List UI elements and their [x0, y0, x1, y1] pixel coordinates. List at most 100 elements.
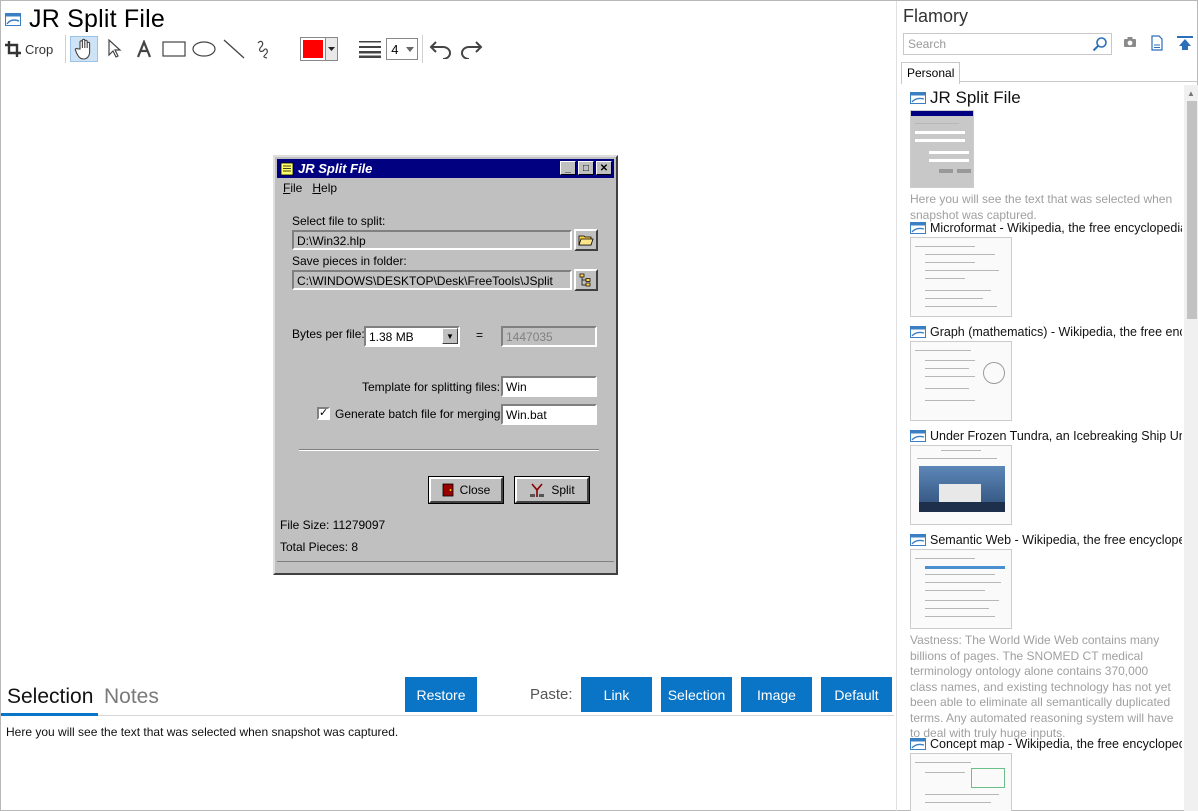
split-label: Split	[551, 483, 575, 497]
list-item-thumbnail	[910, 549, 1012, 629]
list-item-thumbnail	[910, 445, 1012, 525]
folder-tree-icon	[579, 273, 591, 287]
rectangle-tool-button[interactable]	[160, 36, 188, 62]
list-item-header: Graph (mathematics) - Wikipedia, the fre…	[910, 325, 1182, 339]
batch-field: Win.bat	[501, 404, 597, 425]
list-item-description: Here you will see the text that was sele…	[910, 192, 1173, 222]
list-item-thumbnail	[910, 341, 1012, 421]
tab-notes[interactable]: Notes	[104, 685, 159, 709]
split-file-icon	[280, 162, 294, 175]
list-item-description: Vastness: The World Wide Web contains ma…	[910, 633, 1174, 740]
text-tool-button[interactable]	[130, 36, 158, 62]
total-pieces-text: Total Pieces: 8	[280, 540, 359, 554]
folder-open-icon	[578, 235, 594, 246]
document-icon[interactable]	[1151, 35, 1163, 51]
split-icon	[530, 483, 545, 497]
batch-checkbox: ✓	[317, 407, 330, 420]
crop-button[interactable]: Crop	[5, 36, 59, 62]
snapshot-app-icon	[910, 430, 926, 442]
redo-button[interactable]	[457, 36, 485, 62]
paste-link-button[interactable]: Link	[581, 677, 652, 712]
snapshot-image[interactable]: JR Split File _ □ ✕ File Help Select fil…	[273, 155, 618, 575]
pointer-icon	[108, 39, 122, 58]
list-item-thumbnail	[910, 753, 1012, 811]
list-item[interactable]: Under Frozen Tundra, an Icebreaking Ship…	[910, 429, 1182, 525]
sidebar-scrollbar[interactable]: ▲	[1184, 85, 1198, 811]
ellipse-tool-button[interactable]	[190, 36, 218, 62]
toolbar: Crop 4	[5, 34, 487, 64]
restore-button[interactable]: Restore	[405, 677, 477, 712]
paste-label: Paste:	[530, 686, 573, 703]
search-placeholder: Search	[908, 37, 947, 51]
undo-button[interactable]	[427, 36, 455, 62]
color-swatch	[303, 40, 324, 58]
selection-text[interactable]: Here you will see the text that was sele…	[6, 725, 398, 739]
text-icon	[137, 40, 152, 58]
door-icon	[442, 483, 454, 497]
list-item[interactable]: Concept map - Wikipedia, the free encycl…	[910, 737, 1182, 811]
snapshot-title-bar: JR Split File _ □ ✕	[277, 159, 614, 178]
pin-top-icon[interactable]	[1177, 35, 1193, 51]
line-tool-button[interactable]	[220, 36, 248, 62]
snapshot-close-button: Close	[428, 476, 504, 504]
camera-icon[interactable]	[1123, 36, 1137, 48]
paste-default-button[interactable]: Default	[821, 677, 892, 712]
search-icon[interactable]	[1092, 36, 1108, 52]
tab-divider	[959, 81, 1198, 82]
line-width-button[interactable]	[356, 36, 384, 62]
list-item-header: Under Frozen Tundra, an Icebreaking Ship…	[910, 429, 1182, 443]
list-item-header: Microformat - Wikipedia, the free encycl…	[910, 221, 1182, 235]
freehand-tool-button[interactable]	[250, 36, 278, 62]
tab-personal[interactable]: Personal	[901, 62, 960, 84]
select-tool-button[interactable]	[100, 36, 128, 62]
bytes-exact-field: 1447035	[501, 326, 597, 347]
window-controls: _ □ ✕	[558, 161, 612, 175]
snapshot-window-title: JR Split File	[298, 161, 373, 176]
list-item-thumbnail	[910, 110, 974, 188]
snapshot-menu: File Help	[283, 181, 347, 195]
save-folder-field: C:\WINDOWS\DESKTOP\Desk\FreeTools\JSplit	[292, 270, 572, 290]
ellipse-icon	[192, 41, 216, 57]
snapshot-app-icon	[910, 326, 926, 338]
bottom-panel: Selection Notes Restore Paste: Link Sele…	[1, 677, 894, 717]
search-input[interactable]: Search	[903, 33, 1112, 55]
color-picker[interactable]	[300, 37, 339, 61]
sidebar-title: Flamory	[903, 6, 969, 26]
main-panel: JR Split File Crop 4 JR Split File _ □ ✕…	[1, 1, 896, 811]
scrollbar-thumb[interactable]	[1187, 101, 1197, 319]
bytes-per-file-label: Bytes per file:	[292, 327, 365, 341]
menu-help: Help	[312, 181, 338, 195]
list-item[interactable]: JR Split File Here you will see the text…	[910, 88, 1182, 223]
snapshot-app-icon	[910, 92, 926, 104]
snapshot-split-button: Split	[514, 476, 590, 504]
paste-image-button[interactable]: Image	[741, 677, 812, 712]
save-folder-label: Save pieces in folder:	[292, 254, 407, 268]
tab-selection[interactable]: Selection	[7, 685, 93, 709]
crop-label: Crop	[25, 41, 54, 57]
select-file-label: Select file to split:	[292, 214, 386, 228]
list-item-title: Microformat - Wikipedia, the free encycl…	[930, 221, 1182, 235]
redo-icon	[461, 41, 483, 59]
batch-label: Generate batch file for merging:	[335, 407, 504, 421]
snapshot-app-icon	[5, 12, 21, 26]
list-item[interactable]: Microformat - Wikipedia, the free encycl…	[910, 221, 1182, 317]
page-title: JR Split File	[29, 4, 165, 33]
file-size-text: File Size: 11279097	[280, 518, 386, 532]
paste-selection-button[interactable]: Selection	[661, 677, 732, 712]
bytes-per-file-combo: 1.38 MB ▼	[364, 326, 460, 347]
list-item-thumbnail	[910, 237, 1012, 317]
list-item[interactable]: Semantic Web - Wikipedia, the free encyc…	[910, 533, 1182, 742]
line-icon	[223, 39, 245, 59]
list-item-title: Under Frozen Tundra, an Icebreaking Ship…	[930, 429, 1182, 443]
chevron-down-icon: ▼	[442, 328, 458, 344]
crop-icon	[5, 41, 21, 57]
chevron-up-icon[interactable]: ▲	[1187, 89, 1195, 98]
line-width-select[interactable]: 4	[386, 38, 419, 60]
snapshot-list: JR Split File Here you will see the text…	[897, 85, 1184, 811]
hand-tool-button[interactable]	[70, 36, 99, 62]
snapshot-app-icon	[910, 222, 926, 234]
toolbar-separator	[65, 35, 67, 63]
close-icon: ✕	[596, 161, 612, 175]
snapshot-app-icon	[910, 534, 926, 546]
list-item[interactable]: Graph (mathematics) - Wikipedia, the fre…	[910, 325, 1182, 421]
